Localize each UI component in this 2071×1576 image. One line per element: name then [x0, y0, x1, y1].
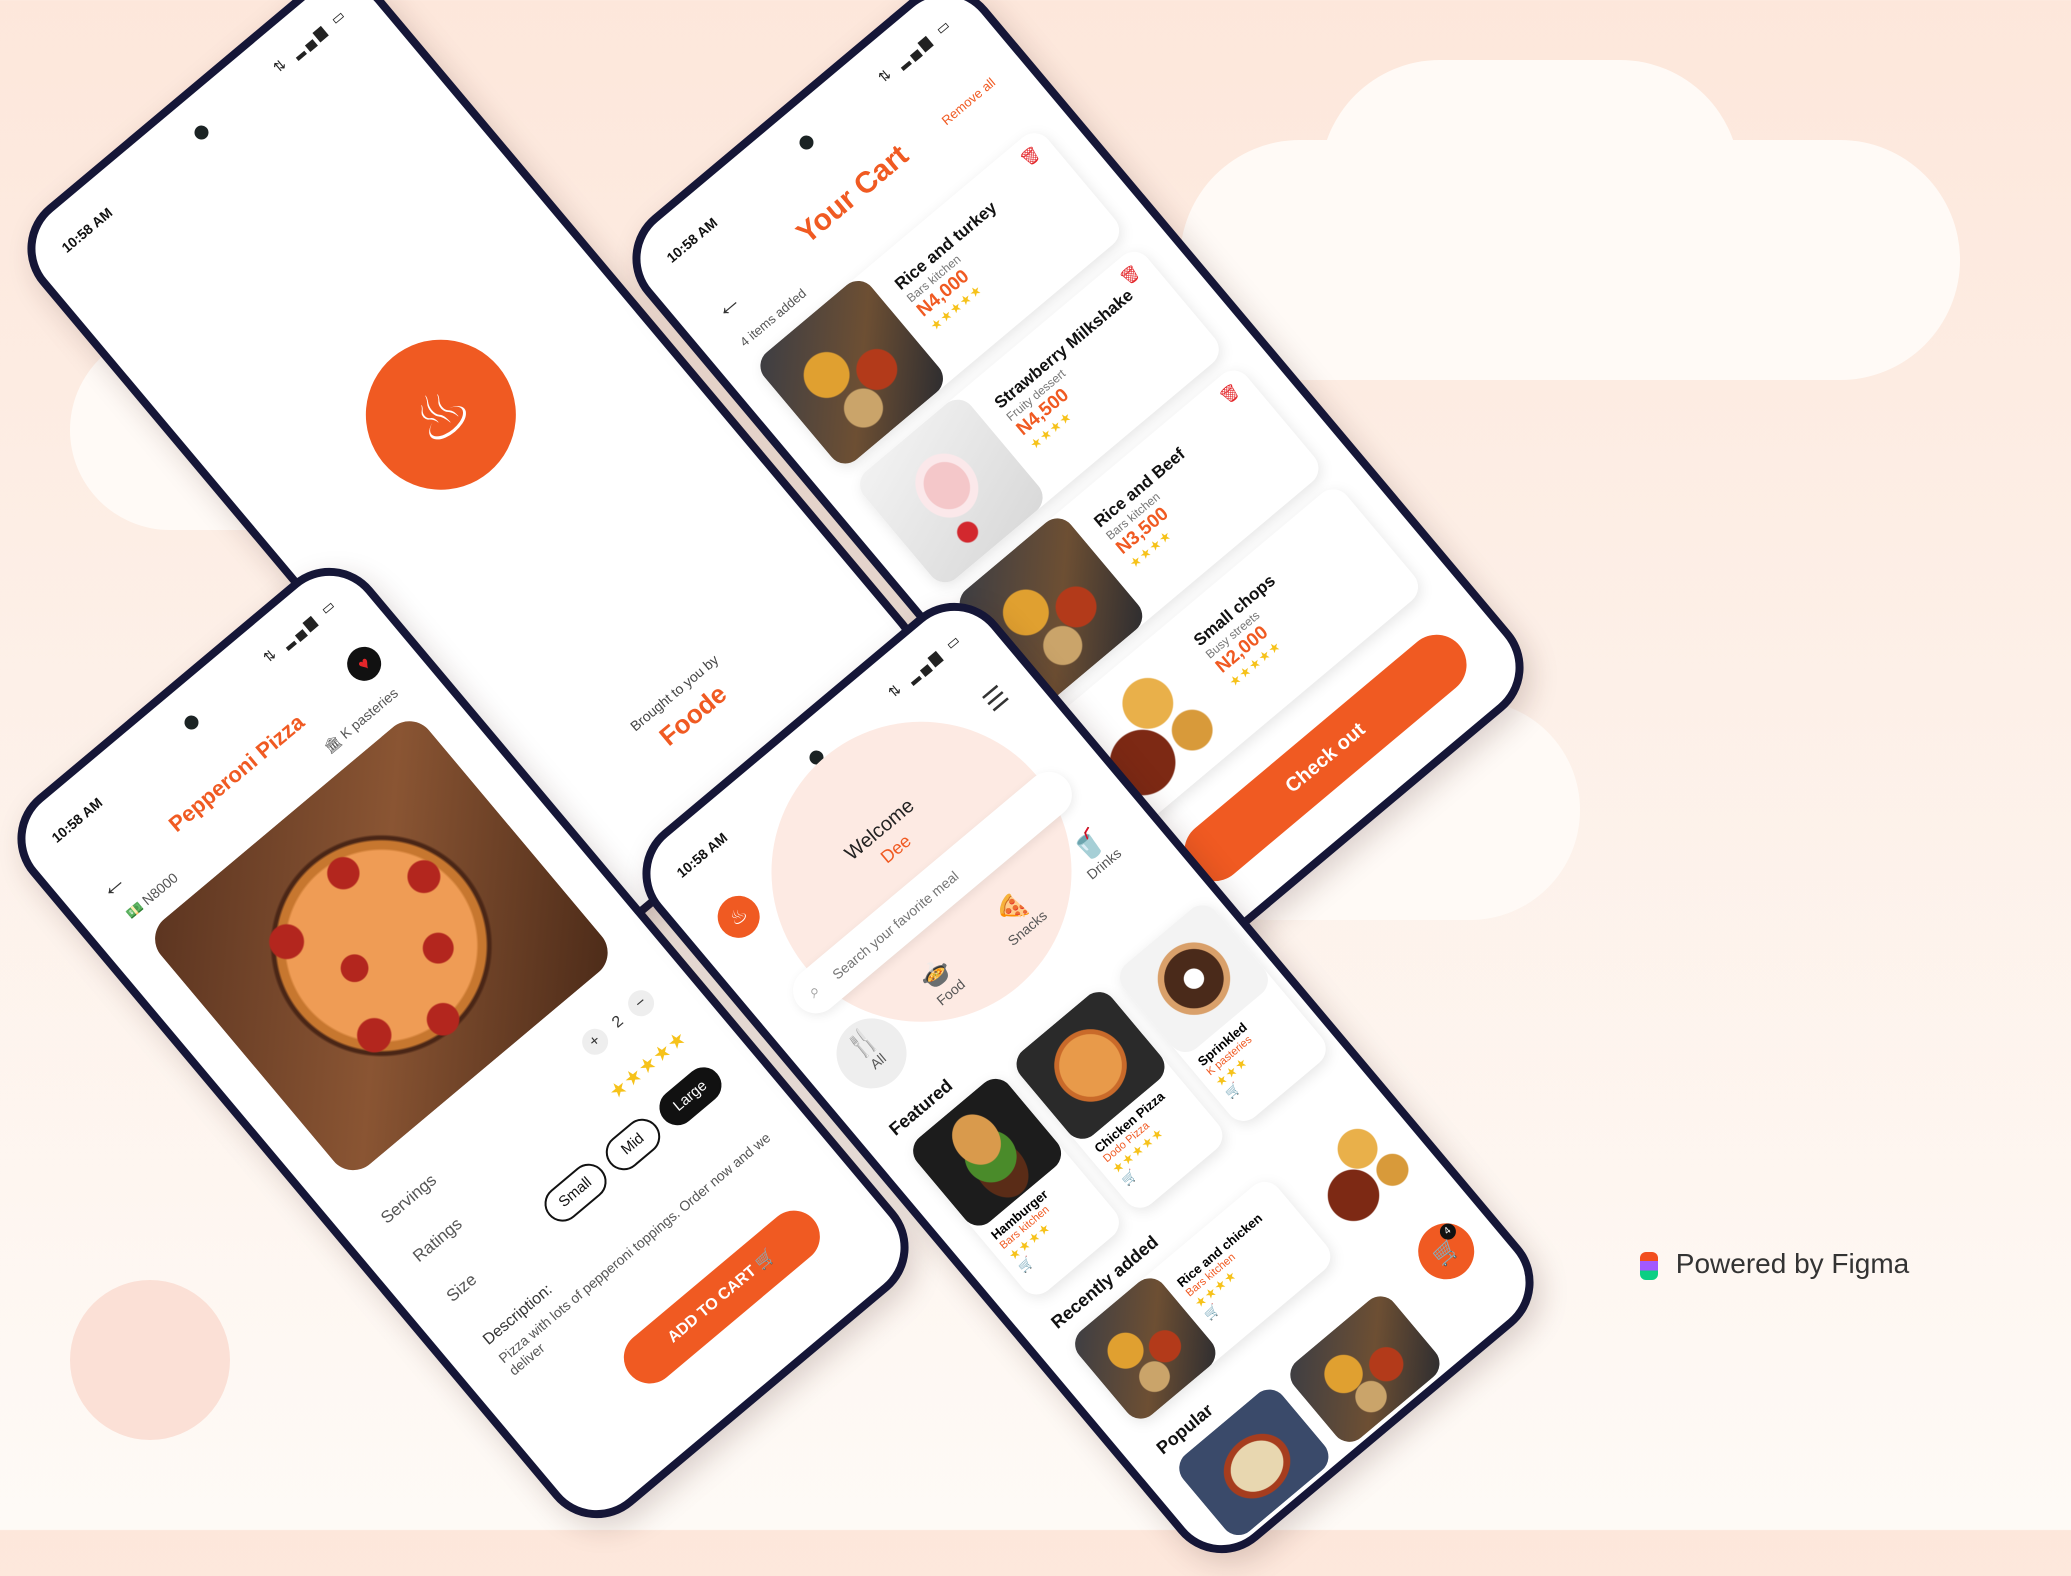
minus-icon[interactable]: − — [622, 984, 660, 1022]
background-cloud — [1320, 60, 1740, 300]
product-price: N8000 — [138, 869, 181, 909]
servings-label: Servings — [377, 1170, 441, 1228]
signal-battery-icon: ⇅ ▂▄▆ ▭ — [259, 594, 341, 666]
powered-by-figma: Powered by Figma — [1640, 1248, 1909, 1280]
delete-icon[interactable]: 🗑 — [1116, 261, 1144, 289]
app-logo: ♨ — [335, 309, 547, 521]
add-to-cart-label: ADD TO CART — [664, 1262, 760, 1347]
floating-cart-button[interactable]: 🛒 4 — [1406, 1211, 1486, 1291]
camera-notch — [191, 122, 212, 143]
quantity-value: 2 — [608, 1012, 627, 1032]
camera-notch — [796, 132, 817, 153]
tree-decoration-icon — [70, 1280, 230, 1440]
delete-icon[interactable]: 🗑 — [1216, 380, 1244, 408]
size-large-option[interactable]: Large — [652, 1059, 729, 1133]
camera-notch — [181, 712, 202, 733]
search-icon: ⌕ — [803, 979, 825, 1002]
store-icon: 🏛 — [320, 732, 345, 756]
figma-logo-icon — [1640, 1251, 1658, 1280]
status-time: 10:58 AM — [673, 829, 731, 881]
cutlery-icon: 🍴 — [840, 1020, 885, 1065]
size-label: Size — [442, 1269, 481, 1306]
status-time: 10:58 AM — [48, 794, 106, 846]
signal-battery-icon: ⇅ ▂▄▆ ▭ — [269, 4, 351, 76]
status-time: 10:58 AM — [663, 214, 721, 266]
size-mid-option[interactable]: Mid — [598, 1111, 668, 1178]
ratings-label: Ratings — [409, 1214, 466, 1266]
cart-icon: 🛒 — [752, 1246, 779, 1273]
plus-icon[interactable]: + — [576, 1023, 614, 1060]
size-small-option[interactable]: Small — [537, 1156, 614, 1229]
powered-by-text: Powered by Figma — [1675, 1248, 1910, 1279]
status-bar: 10:58 AM ⇅ ▂▄▆ ▭ — [16, 0, 374, 276]
status-time: 10:58 AM — [58, 204, 116, 256]
signal-battery-icon: ⇅ ▂▄▆ ▭ — [874, 14, 956, 86]
delete-icon[interactable]: 🗑 — [1017, 142, 1045, 170]
signal-battery-icon: ⇅ ▂▄▆ ▭ — [884, 629, 966, 701]
